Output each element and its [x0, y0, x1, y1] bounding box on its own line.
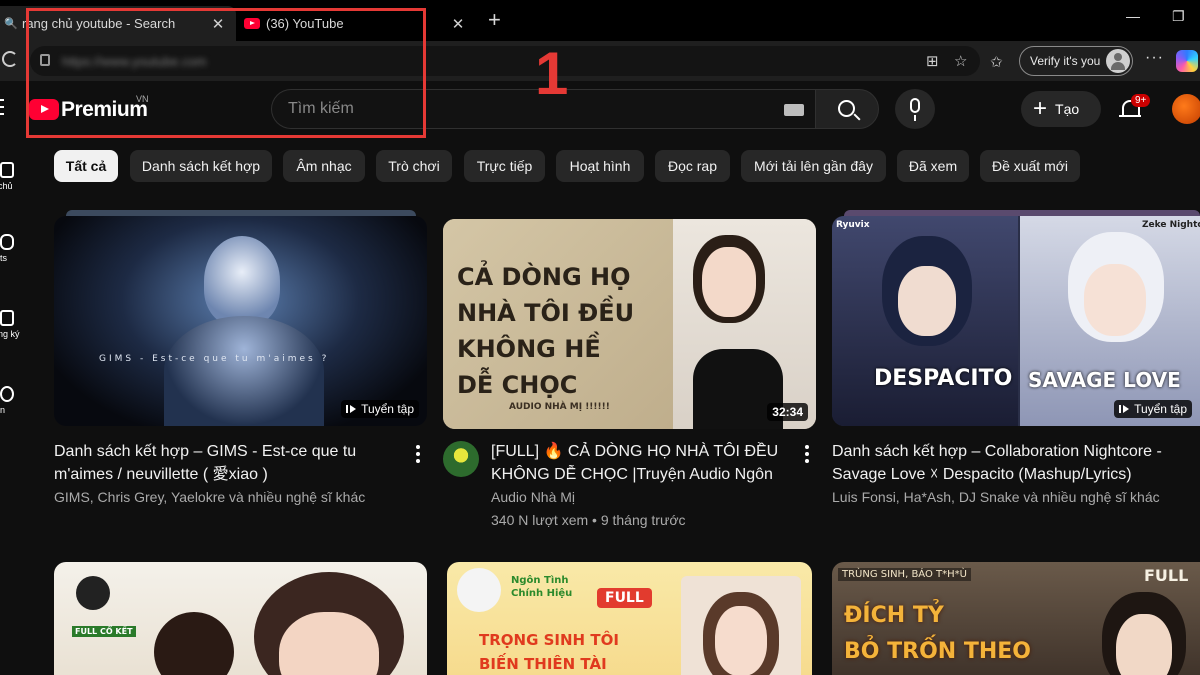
search-icon: 🔍 [4, 18, 18, 30]
video-title[interactable]: [FULL] 🔥 CẢ DÒNG HỌ NHÀ TÔI ĐỀU KHÔNG DỄ… [491, 440, 791, 486]
youtube-header: Premium VN + Tạo 9+ 1 [0, 8, 1200, 138]
thumbnail-mascot [76, 576, 110, 610]
subscriptions-icon [0, 310, 14, 326]
search-button[interactable] [815, 89, 879, 129]
video-thumbnail[interactable]: GIMS - Est-ce que tu m'aimes ? Tuyển tập [54, 216, 427, 426]
thumbnail-face [279, 612, 379, 675]
thumbnail-tag: TRÙNG SINH, BÁO T*H*Ù [838, 568, 971, 581]
close-tab-icon[interactable]: ✕ [448, 15, 468, 33]
chip-gaming[interactable]: Trò chơi [376, 150, 452, 182]
app-available-icon[interactable]: ⊞ [926, 52, 939, 70]
plus-icon: + [1033, 95, 1048, 122]
more-actions-icon[interactable] [805, 445, 809, 466]
rail-label: chủ [0, 181, 13, 191]
playlist-icon [1119, 404, 1130, 414]
video-thumbnail[interactable]: Ryuvix Zeke Nightcore DESPACITO SAVAGE L… [832, 216, 1200, 426]
you-icon [0, 386, 14, 402]
annotation-highlight-box [26, 8, 426, 138]
thumbnail-face [1116, 614, 1172, 675]
rail-item-you[interactable]: n [0, 386, 22, 415]
thumbnail-title: ĐÍCH TỶ BỎ TRỐN THEO [844, 603, 1031, 664]
video-artists[interactable]: Luis Fonsi, Ha*Ash, DJ Snake và nhiều ng… [832, 489, 1177, 505]
chip-live[interactable]: Trực tiếp [464, 150, 545, 182]
microphone-icon [910, 98, 920, 121]
thumbnail-subtitle: AUDIO NHÀ MỊ !!!!!! [509, 402, 610, 412]
verify-label: Verify it's you [1030, 54, 1101, 68]
thumbnail-tag-right: Zeke Nightcore [1142, 220, 1200, 230]
menu-icon[interactable] [0, 99, 4, 120]
chip-mixes[interactable]: Danh sách kết hợp [130, 150, 272, 182]
notification-badge: 9+ [1131, 94, 1151, 107]
thumbnail-face-left [898, 266, 956, 336]
video-title[interactable]: Danh sách kết hợp – GIMS - Est-ce que tu… [54, 440, 399, 486]
thumbnail-face-right [1084, 264, 1146, 336]
more-menu-icon[interactable]: ··· [1145, 49, 1164, 67]
video-thumbnail[interactable]: TRÙNG SINH, BÁO T*H*Ù FULL ĐÍCH TỶ BỎ TR… [832, 562, 1200, 675]
account-avatar[interactable] [1172, 94, 1200, 124]
playlist-overlay: Tuyển tập [341, 400, 419, 418]
minimize-button[interactable]: — [1126, 8, 1140, 24]
video-stats: 340 N lượt xem • 9 tháng trước [491, 512, 686, 528]
thumbnail-badge: FULL [1144, 566, 1189, 585]
chip-new-to-you[interactable]: Đề xuất mới [980, 150, 1080, 182]
thumbnail-caption-left: DESPACITO [874, 366, 1013, 391]
rail-item-home[interactable]: chủ [0, 162, 22, 191]
channel-avatar[interactable] [443, 441, 479, 477]
chip-animation[interactable]: Hoạt hình [556, 150, 644, 182]
left-rail: chủ ts ng ký n [0, 140, 30, 675]
rail-item-subscriptions[interactable]: ng ký [0, 310, 22, 339]
overlay-label: Tuyển tập [1134, 402, 1187, 416]
rail-item-shorts[interactable]: ts [0, 234, 22, 263]
thumbnail-figure [154, 612, 234, 675]
video-thumbnail[interactable]: Ngôn Tình Chính Hiệu FULL TRỌNG SINH TÔI… [447, 562, 812, 675]
chip-rap[interactable]: Đọc rap [655, 150, 730, 182]
rail-label: n [0, 405, 6, 415]
thumbnail-tag: Ngôn Tình Chính Hiệu [511, 575, 573, 599]
thumbnail-face [715, 606, 767, 675]
more-actions-icon[interactable] [416, 445, 420, 466]
restore-button[interactable]: ❐ [1172, 8, 1185, 25]
create-label: Tạo [1055, 101, 1080, 117]
thumbnail-badge: FULL CỔ KẾT [72, 626, 136, 637]
video-thumbnail[interactable]: CẢ DÒNG HỌ NHÀ TÔI ĐỀU KHÔNG HỀ DỄ CHỌC … [443, 219, 816, 429]
thumbnail-figure [204, 236, 280, 326]
channel-name[interactable]: Audio Nhà Mị [491, 489, 791, 505]
annotation-number: 1 [535, 40, 569, 107]
thumbnail-caption-right: SAVAGE LOVE [1028, 368, 1181, 392]
thumbnail-face [702, 247, 756, 317]
thumbnail-cat [457, 568, 501, 612]
playlist-overlay: Tuyển tập [1114, 400, 1192, 418]
search-icon [838, 100, 855, 117]
chip-recently-uploaded[interactable]: Mới tải lên gần đây [741, 150, 886, 182]
favorites-icon[interactable]: ✩ [990, 53, 1003, 71]
rail-label: ng ký [0, 329, 20, 339]
voice-search-button[interactable] [895, 89, 935, 129]
create-button[interactable]: + Tạo [1021, 91, 1101, 127]
chip-music[interactable]: Âm nhạc [283, 150, 365, 182]
new-tab-button[interactable]: + [488, 8, 501, 32]
overlay-label: Tuyển tập [361, 402, 414, 416]
thumbnail-badge: FULL [597, 588, 652, 608]
duration-overlay: 32:34 [767, 403, 808, 421]
verify-profile-button[interactable]: Verify it's you [1019, 46, 1133, 76]
favorite-star-icon[interactable]: ☆ [954, 52, 967, 70]
keyboard-icon[interactable] [784, 104, 804, 116]
thumbnail-title: TRỌNG SINH TÔI BIẾN THIÊN TÀI [479, 631, 619, 673]
copilot-icon[interactable] [1176, 50, 1198, 72]
thumbnail-title: CẢ DÒNG HỌ NHÀ TÔI ĐỀU KHÔNG HỀ DỄ CHỌC [457, 263, 635, 399]
video-artists[interactable]: GIMS, Chris Grey, Yaelokre và nhiều nghệ… [54, 489, 414, 505]
playlist-icon [346, 404, 357, 414]
rail-label: ts [0, 253, 8, 263]
home-icon [0, 162, 14, 178]
thumbnail-figure-body [164, 316, 324, 426]
shorts-icon [0, 234, 14, 250]
video-thumbnail[interactable]: FULL CỔ KẾT [54, 562, 427, 675]
video-title[interactable]: Danh sách kết hợp – Collaboration Nightc… [832, 440, 1177, 486]
chip-watched[interactable]: Đã xem [897, 150, 969, 182]
reload-icon[interactable] [2, 51, 18, 67]
profile-avatar-icon [1106, 49, 1130, 73]
thumbnail-tag-left: Ryuvix [836, 220, 870, 230]
chip-all[interactable]: Tất cả [54, 150, 118, 182]
thumbnail-caption: GIMS - Est-ce que tu m'aimes ? [99, 354, 330, 364]
